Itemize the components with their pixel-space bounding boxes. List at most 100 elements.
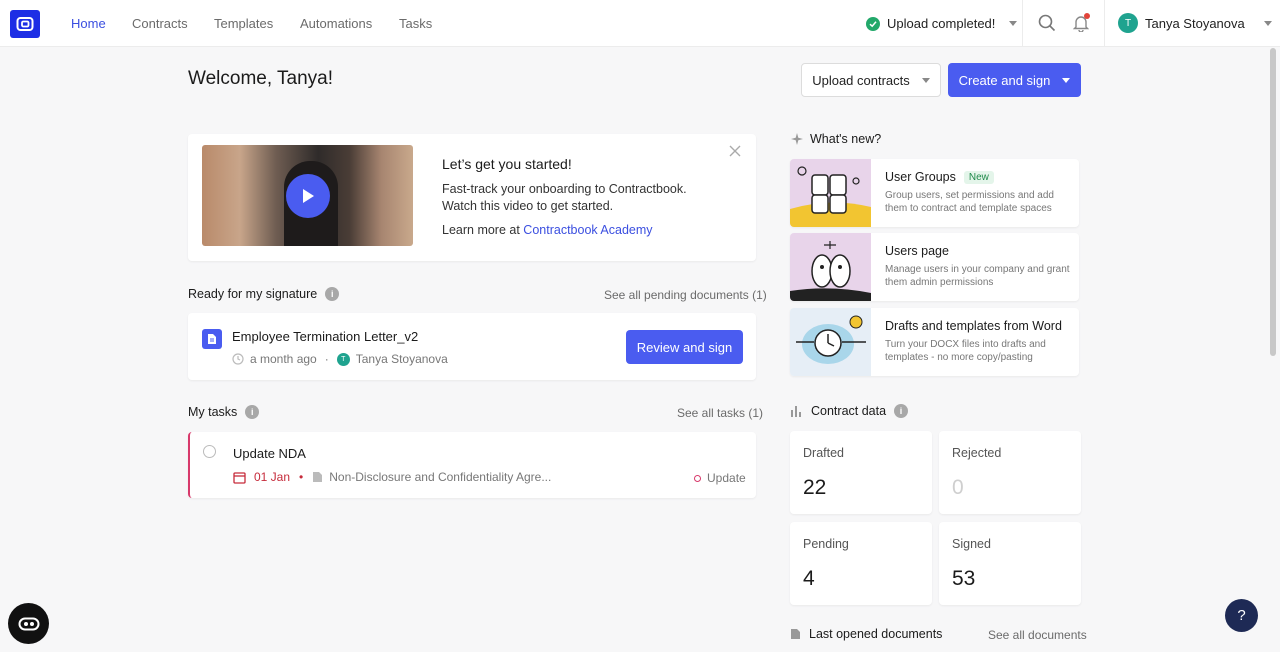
status-ring-icon xyxy=(694,474,701,482)
news-title-text: Users page xyxy=(885,244,949,258)
news-description: Manage users in your company and grant t… xyxy=(885,264,1070,288)
divider xyxy=(1104,0,1105,47)
upload-contracts-button[interactable]: Upload contracts xyxy=(801,63,941,97)
signature-section-title: Ready for my signature i xyxy=(188,287,340,301)
meta-bullet: • xyxy=(299,470,304,484)
notification-bell-icon[interactable] xyxy=(1071,13,1091,33)
document-owner: Tanya Stoyanova xyxy=(355,352,448,366)
news-card-drafts-word[interactable]: Drafts and templates from Word Turn your… xyxy=(790,308,1079,376)
owner-avatar: T xyxy=(336,352,350,366)
stat-label: Rejected xyxy=(952,446,1002,460)
news-card-user-groups[interactable]: User Groups New Group users, set permiss… xyxy=(790,159,1079,227)
top-nav-bar: Home Contracts Templates Automations Tas… xyxy=(0,0,1280,47)
nav-home[interactable]: Home xyxy=(71,16,106,31)
whats-new-label: What's new? xyxy=(810,132,882,146)
news-description: Group users, set permissions and add the… xyxy=(885,190,1054,214)
whats-new-title: What's new? xyxy=(790,132,881,146)
users-page-illustration xyxy=(790,233,871,301)
user-menu[interactable]: T Tanya Stoyanova xyxy=(1118,13,1272,33)
last-opened-title: Last opened documents xyxy=(790,627,942,641)
document-title[interactable]: Employee Termination Letter_v2 xyxy=(232,329,418,344)
calendar-icon xyxy=(233,471,246,484)
review-and-sign-button[interactable]: Review and sign xyxy=(626,330,743,364)
stat-label: Signed xyxy=(952,537,991,551)
page-scrollbar[interactable] xyxy=(1270,48,1276,356)
notification-dot xyxy=(1084,13,1090,19)
chevron-down-icon xyxy=(1062,77,1071,83)
task-meta: 01 Jan • Non-Disclosure and Confidential… xyxy=(233,470,551,484)
stat-card-signed[interactable]: Signed 53 xyxy=(939,522,1081,605)
task-status-label: Update xyxy=(707,471,746,485)
stat-card-drafted[interactable]: Drafted 22 xyxy=(790,431,932,514)
news-title: User Groups New xyxy=(885,170,994,184)
tasks-section-title: My tasks i xyxy=(188,405,260,419)
document-time: a month ago xyxy=(250,352,317,366)
upload-status-dropdown[interactable]: Upload completed! xyxy=(866,16,1018,31)
onboarding-learn-more: Learn more at Contractbook Academy xyxy=(442,223,653,237)
info-icon[interactable]: i xyxy=(245,405,260,419)
task-complete-checkbox[interactable] xyxy=(203,445,216,458)
nav-tasks[interactable]: Tasks xyxy=(399,16,432,31)
search-icon[interactable] xyxy=(1037,13,1057,33)
stat-value: 4 xyxy=(803,567,815,590)
sparkle-icon xyxy=(791,133,803,145)
task-document[interactable]: Non-Disclosure and Confidentiality Agre.… xyxy=(329,470,551,484)
chevron-down-icon xyxy=(1263,20,1272,26)
info-icon[interactable]: i xyxy=(894,404,909,418)
task-status-tag: Update xyxy=(694,471,746,485)
tasks-section-label: My tasks xyxy=(188,405,238,419)
document-icon xyxy=(791,629,800,639)
meta-separator: · xyxy=(324,352,329,366)
chevron-down-icon xyxy=(921,77,930,83)
see-all-tasks-link[interactable]: See all tasks (1) xyxy=(677,406,763,420)
stat-card-rejected[interactable]: Rejected 0 xyxy=(939,431,1081,514)
learn-more-prefix: Learn more at xyxy=(442,223,524,237)
stat-label: Drafted xyxy=(803,446,844,460)
nav-templates[interactable]: Templates xyxy=(214,16,273,31)
see-all-documents-link[interactable]: See all documents xyxy=(988,628,1087,642)
news-card-users-page[interactable]: Users page Manage users in your company … xyxy=(790,233,1079,301)
close-icon[interactable] xyxy=(726,142,744,160)
stat-label: Pending xyxy=(803,537,849,551)
news-title-text: Drafts and templates from Word xyxy=(885,319,1062,333)
contractbook-academy-link[interactable]: Contractbook Academy xyxy=(523,223,652,237)
task-due-date: 01 Jan xyxy=(254,470,291,484)
bar-chart-icon xyxy=(791,406,801,417)
page-title: Welcome, Tanya! xyxy=(188,68,334,89)
nav-automations[interactable]: Automations xyxy=(300,16,372,31)
document-meta: a month ago · T Tanya Stoyanova xyxy=(232,352,448,366)
chevron-down-icon xyxy=(1009,21,1018,26)
contractbook-logo[interactable] xyxy=(10,10,40,38)
upload-contracts-label: Upload contracts xyxy=(812,72,910,88)
stat-card-pending[interactable]: Pending 4 xyxy=(790,522,932,605)
signature-document-card[interactable]: Employee Termination Letter_v2 a month a… xyxy=(188,313,756,380)
check-circle-icon xyxy=(866,16,880,31)
help-button[interactable]: ? xyxy=(1225,599,1258,632)
info-icon[interactable]: i xyxy=(325,287,340,301)
contract-data-label: Contract data xyxy=(811,404,887,418)
onboarding-title: Let’s get you started! xyxy=(442,156,572,172)
contract-data-title: Contract data i xyxy=(790,404,909,418)
create-and-sign-button[interactable]: Create and sign xyxy=(948,63,1081,97)
play-icon[interactable] xyxy=(286,174,330,218)
onboarding-video-thumbnail[interactable] xyxy=(202,145,413,246)
create-and-sign-label: Create and sign xyxy=(958,72,1051,88)
task-card[interactable]: Update NDA 01 Jan • Non-Disclosure and C… xyxy=(188,432,756,498)
drafts-word-illustration xyxy=(790,308,871,376)
last-opened-label: Last opened documents xyxy=(809,627,943,641)
logo-icon xyxy=(16,17,34,31)
signature-section-label: Ready for my signature xyxy=(188,287,318,301)
document-icon xyxy=(202,329,222,349)
stat-value: 22 xyxy=(803,476,827,499)
news-title-text: User Groups xyxy=(885,170,956,184)
see-all-pending-link[interactable]: See all pending documents (1) xyxy=(604,288,767,302)
browser-extension-icon[interactable] xyxy=(8,603,49,644)
user-name: Tanya Stoyanova xyxy=(1145,15,1245,31)
onboarding-card: Let’s get you started! Fast-track your o… xyxy=(188,134,756,261)
divider xyxy=(1022,0,1023,47)
stat-value: 0 xyxy=(952,476,964,499)
onboarding-line-1: Fast-track your onboarding to Contractbo… xyxy=(442,182,687,196)
nav-contracts[interactable]: Contracts xyxy=(132,16,188,31)
task-title[interactable]: Update NDA xyxy=(233,446,306,461)
clock-icon xyxy=(232,353,244,365)
